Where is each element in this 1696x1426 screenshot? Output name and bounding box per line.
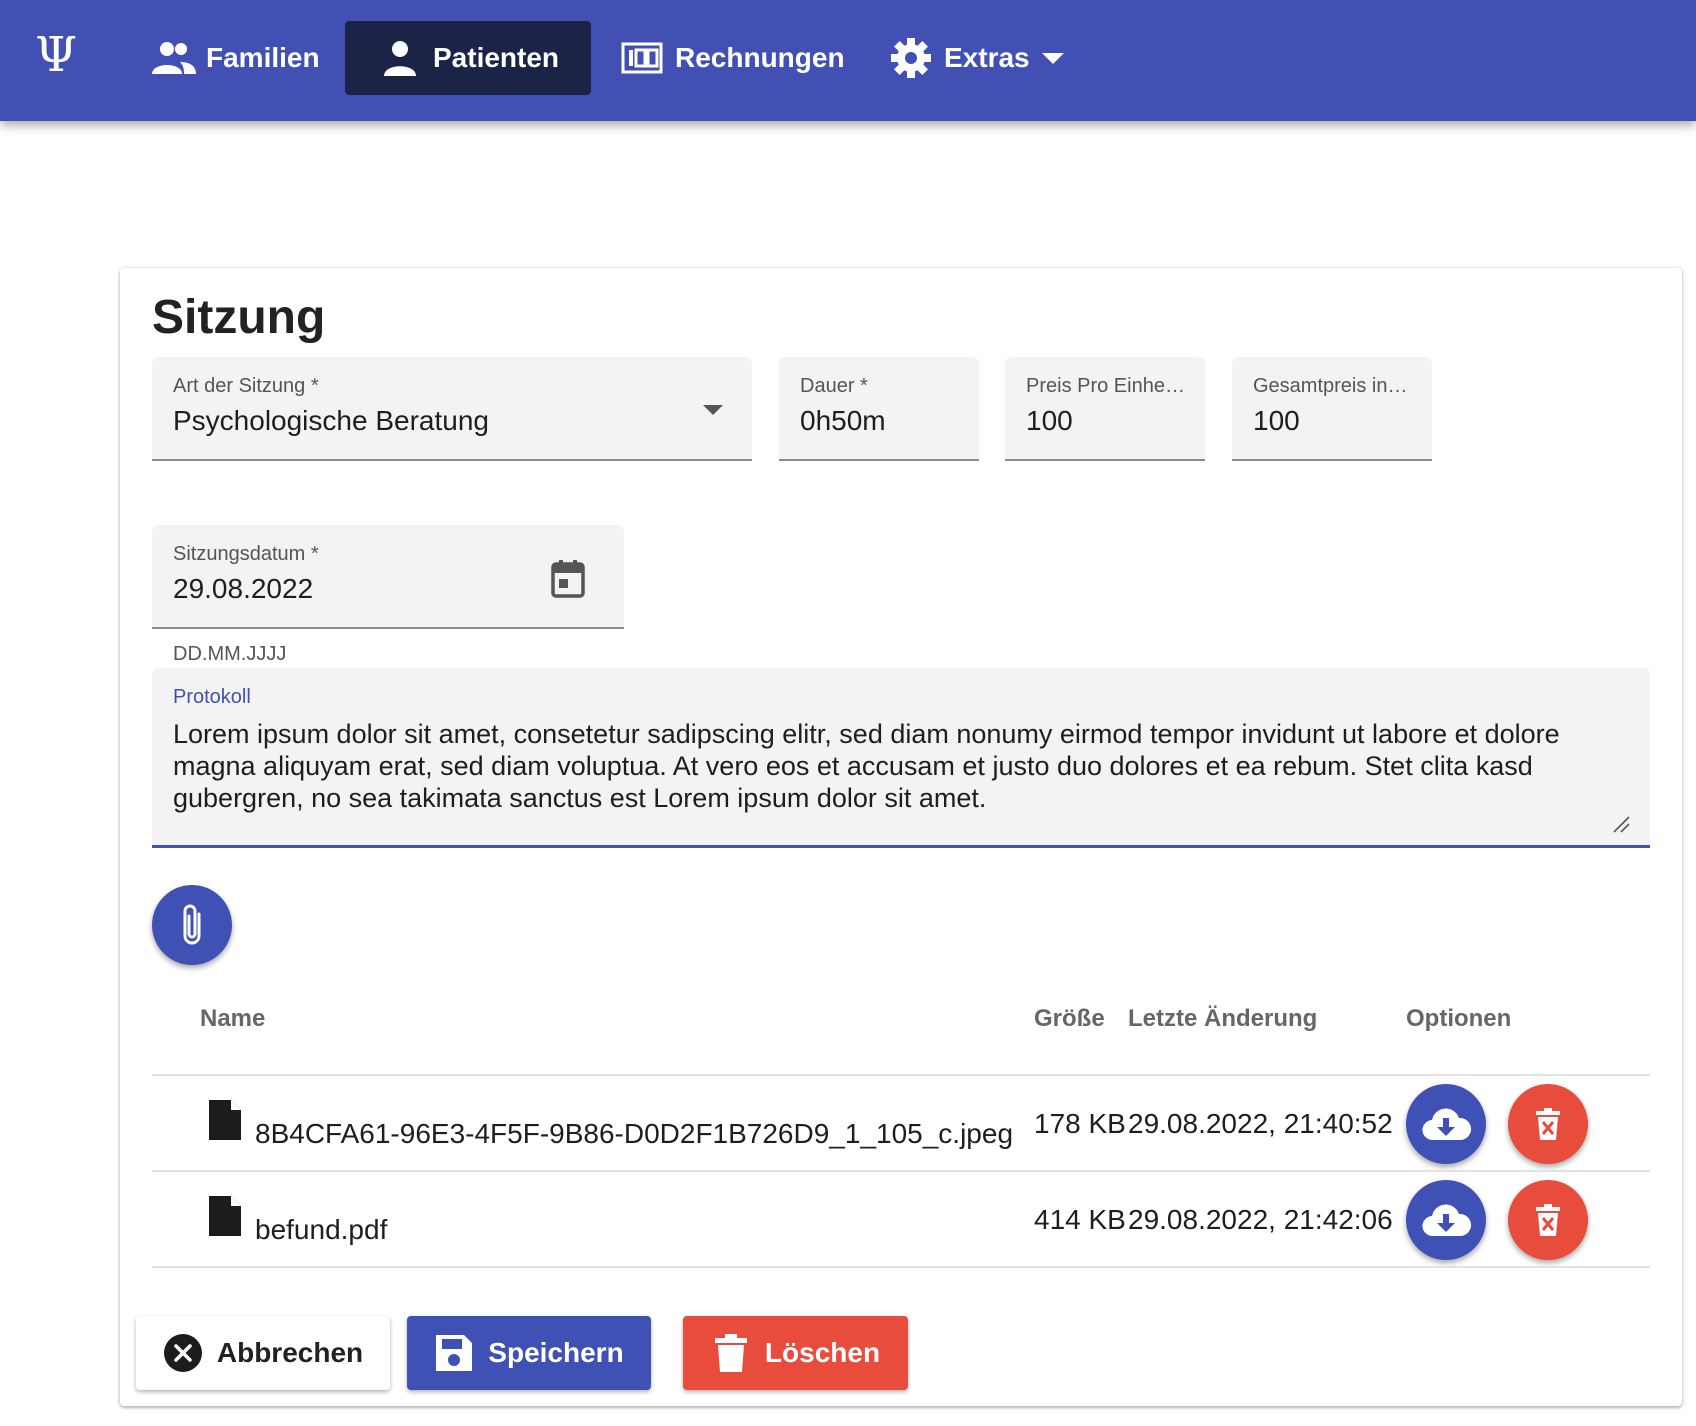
file-modified: 29.08.2022, 21:40:52 bbox=[1128, 1108, 1393, 1139]
file-name: 8B4CFA61-96E3-4F5F-9B86-D0D2F1B726D9_1_1… bbox=[255, 1118, 1014, 1149]
nav-item-label: Familien bbox=[206, 42, 320, 73]
field-value: 100 bbox=[1253, 405, 1300, 436]
top-navbar: Ψ Familien Patienten Rechnungen Extras bbox=[0, 0, 1696, 121]
page-title: Sitzung bbox=[152, 291, 326, 344]
person-icon bbox=[384, 41, 416, 76]
field-value: Lorem ipsum dolor sit amet, consetetur s… bbox=[173, 719, 1560, 813]
total-price-field[interactable]: Gesamtpreis in… 100 bbox=[1232, 357, 1432, 461]
nav-item-label: Patienten bbox=[433, 42, 560, 73]
delete-button[interactable]: Löschen bbox=[683, 1316, 908, 1390]
column-header-name[interactable]: Name bbox=[200, 1005, 265, 1033]
file-size: 414 KB bbox=[1034, 1204, 1126, 1235]
unit-price-field[interactable]: Preis Pro Einhe… 100 bbox=[1005, 357, 1205, 461]
close-circle-icon bbox=[163, 1334, 202, 1372]
session-date-field[interactable]: Sitzungsdatum * 29.08.2022 bbox=[152, 525, 624, 629]
save-label: Speichern bbox=[488, 1337, 624, 1368]
table-divider bbox=[152, 1074, 1650, 1076]
field-label: Art der Sitzung * bbox=[173, 375, 319, 397]
chevron-down-icon bbox=[703, 405, 723, 415]
trash-x-icon bbox=[1536, 1204, 1560, 1236]
calendar-icon[interactable] bbox=[550, 559, 586, 599]
caret-down-icon bbox=[1041, 53, 1064, 64]
delete-file-button[interactable] bbox=[1508, 1084, 1588, 1164]
save-button[interactable]: Speichern bbox=[407, 1316, 651, 1390]
nav-item-patienten[interactable]: Patienten bbox=[345, 21, 592, 95]
field-value: 0h50m bbox=[800, 405, 886, 436]
nav-item-extras[interactable]: Extras bbox=[856, 21, 1106, 95]
field-label: Protokoll bbox=[173, 686, 251, 708]
field-label: Gesamtpreis in… bbox=[1253, 375, 1408, 397]
field-label: Sitzungsdatum * bbox=[173, 543, 319, 565]
column-header-modified[interactable]: Letzte Änderung bbox=[1128, 1005, 1317, 1033]
file-modified: 29.08.2022, 21:42:06 bbox=[1128, 1204, 1393, 1235]
field-value: Psychologische Beratung bbox=[173, 405, 489, 436]
cloud-download-icon bbox=[1422, 1108, 1471, 1141]
gear-icon bbox=[891, 38, 931, 78]
cancel-label: Abbrechen bbox=[216, 1337, 364, 1368]
cancel-button[interactable]: Abbrechen bbox=[136, 1316, 390, 1390]
paperclip-icon bbox=[183, 904, 201, 945]
field-label: Preis Pro Einhe… bbox=[1026, 375, 1185, 397]
duration-field[interactable]: Dauer * 0h50m bbox=[779, 357, 979, 461]
column-header-options: Optionen bbox=[1406, 1005, 1512, 1032]
download-button[interactable] bbox=[1406, 1180, 1486, 1260]
field-value: 100 bbox=[1026, 405, 1073, 436]
psi-logo[interactable]: Ψ bbox=[30, 28, 82, 82]
table-divider bbox=[152, 1266, 1650, 1268]
column-header-size[interactable]: Größe bbox=[1034, 1005, 1105, 1033]
download-button[interactable] bbox=[1406, 1084, 1486, 1164]
nav-item-familien[interactable]: Familien bbox=[118, 21, 352, 95]
nav-item-label: Extras bbox=[944, 42, 1030, 73]
money-icon bbox=[621, 42, 663, 74]
nav-item-label: Rechnungen bbox=[675, 42, 845, 73]
attach-file-button[interactable] bbox=[152, 885, 232, 965]
nav-item-rechnungen[interactable]: Rechnungen bbox=[587, 21, 877, 95]
date-format-helper: DD.MM.JJJJ bbox=[173, 643, 287, 665]
people-icon bbox=[152, 42, 196, 74]
trash-x-icon bbox=[1536, 1108, 1560, 1140]
resize-handle-icon[interactable] bbox=[1612, 815, 1630, 833]
delete-label: Löschen bbox=[764, 1337, 881, 1368]
cloud-download-icon bbox=[1422, 1204, 1471, 1237]
file-name: befund.pdf bbox=[255, 1214, 388, 1245]
file-size: 178 KB bbox=[1034, 1108, 1126, 1139]
table-divider bbox=[152, 1170, 1650, 1172]
file-icon bbox=[209, 1196, 241, 1236]
file-icon bbox=[209, 1100, 241, 1140]
field-value: 29.08.2022 bbox=[173, 573, 314, 604]
floppy-disk-icon bbox=[436, 1335, 473, 1371]
session-type-select[interactable]: Art der Sitzung * Psychologische Beratun… bbox=[152, 357, 752, 461]
delete-file-button[interactable] bbox=[1508, 1180, 1588, 1260]
field-label: Dauer * bbox=[800, 375, 868, 397]
trash-icon bbox=[714, 1334, 747, 1372]
protocol-textarea[interactable]: Protokoll Lorem ipsum dolor sit amet, co… bbox=[152, 668, 1650, 848]
session-card: Sitzung Art der Sitzung * Psychologische… bbox=[120, 268, 1682, 1406]
